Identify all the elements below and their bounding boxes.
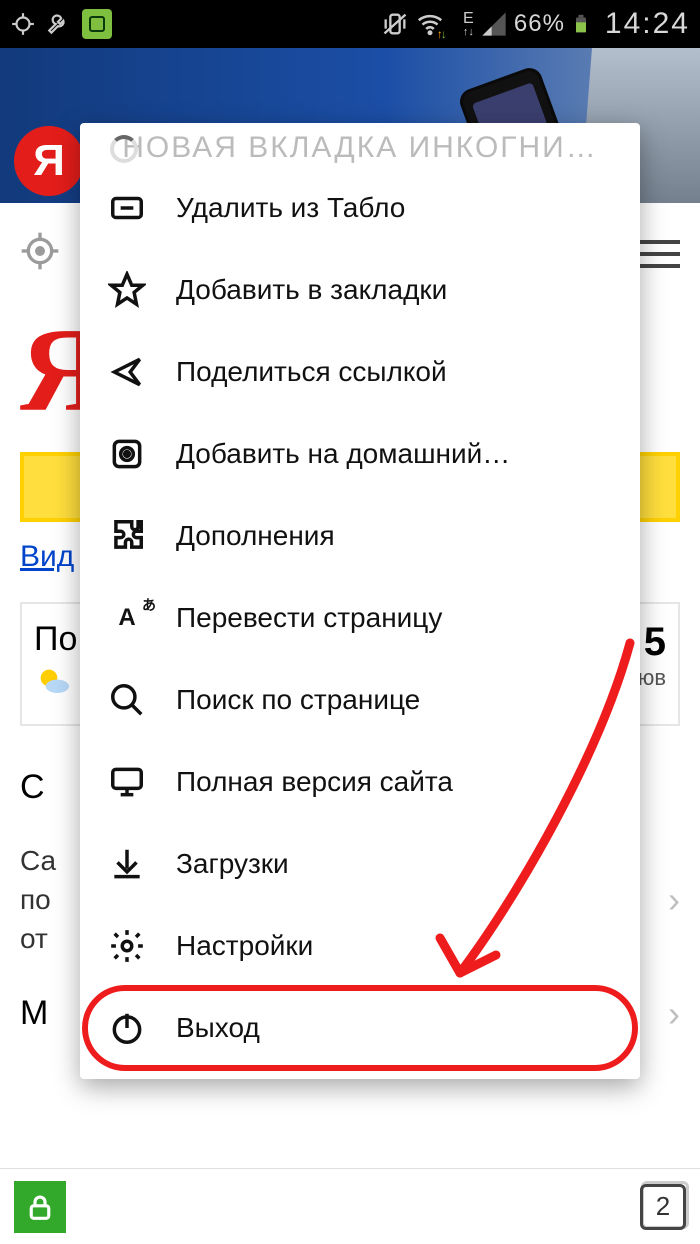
clock: 14:24: [605, 7, 690, 41]
menu-item-label: Добавить на домашний…: [176, 438, 510, 470]
secure-lock-icon[interactable]: [14, 1181, 66, 1233]
weather-title: По: [34, 620, 77, 659]
weather-value: 5 юв: [638, 620, 666, 691]
menu-item-remove-tablo[interactable]: Удалить из Табло: [80, 167, 640, 249]
news-row-text: Са по от: [20, 841, 56, 959]
browser-menu: НОВАЯ ВКЛАДКА ИНКОГНИ… Удалить из Табло …: [80, 123, 640, 1079]
signal-icon: [480, 10, 508, 38]
menu-item-label: Выход: [176, 1012, 260, 1044]
battery-percentage: 66%: [514, 10, 565, 38]
menu-item-label: Поделиться ссылкой: [176, 356, 447, 388]
menu-item-label: Добавить в закладки: [176, 274, 447, 306]
puzzle-icon: [108, 517, 146, 555]
menu-item-label: Дополнения: [176, 520, 335, 552]
loading-spinner-icon: [110, 135, 138, 163]
translate-icon: Aあ: [108, 599, 146, 637]
chevron-right-icon: ›: [668, 993, 680, 1035]
home-add-icon: [108, 435, 146, 473]
menu-item-extensions[interactable]: Дополнения: [80, 495, 640, 577]
status-left: [10, 9, 112, 39]
menu-item-share-link[interactable]: Поделиться ссылкой: [80, 331, 640, 413]
menu-item-translate[interactable]: Aあ Перевести страницу: [80, 577, 640, 659]
search-icon: [108, 681, 146, 719]
menu-item-settings[interactable]: Настройки: [80, 905, 640, 987]
menu-item-label: Настройки: [176, 930, 313, 962]
menu-item-exit[interactable]: Выход: [80, 987, 640, 1069]
monitor-icon: [108, 763, 146, 801]
menu-item-truncated[interactable]: НОВАЯ ВКЛАДКА ИНКОГНИ…: [80, 123, 640, 167]
menu-item-label: Полная версия сайта: [176, 766, 453, 798]
bottom-toolbar: 2: [0, 1168, 700, 1244]
tab-count-button[interactable]: 2: [640, 1184, 686, 1230]
star-icon: [108, 271, 146, 309]
wrench-icon: [46, 11, 72, 37]
menu-item-label: Загрузки: [176, 848, 289, 880]
menu-item-find-in-page[interactable]: Поиск по странице: [80, 659, 640, 741]
menu-item-label: Перевести страницу: [176, 602, 442, 634]
menu-item-downloads[interactable]: Загрузки: [80, 823, 640, 905]
share-icon: [108, 353, 146, 391]
gear-icon: [108, 927, 146, 965]
app-icon: [82, 9, 112, 39]
battery-icon: [571, 8, 591, 40]
remove-square-icon: [108, 189, 146, 227]
power-icon: [108, 1009, 146, 1047]
target-icon: [10, 11, 36, 37]
status-bar: ↑↓ E ↑↓ 66% 14:24: [0, 0, 700, 48]
page-content: Я Вид По 5 юв С Са по от › М › НОВАЯ ВКЛ…: [0, 203, 700, 1244]
download-icon: [108, 845, 146, 883]
status-right: ↑↓ E ↑↓ 66% 14:24: [381, 7, 690, 41]
menu-item-add-home[interactable]: Добавить на домашний…: [80, 413, 640, 495]
network-type: E ↑↓: [463, 11, 474, 38]
menu-item-add-bookmark[interactable]: Добавить в закладки: [80, 249, 640, 331]
vibrate-icon: [381, 10, 409, 38]
wifi-icon: ↑↓: [415, 9, 457, 39]
menu-item-label: Поиск по странице: [176, 684, 420, 716]
locate-icon[interactable]: [20, 231, 60, 276]
menu-item-label: Удалить из Табло: [176, 192, 405, 224]
weather-icon: [34, 663, 74, 703]
hamburger-icon[interactable]: [634, 240, 680, 268]
chevron-right-icon: ›: [668, 879, 680, 921]
menu-item-desktop-site[interactable]: Полная версия сайта: [80, 741, 640, 823]
video-link[interactable]: Вид: [20, 540, 74, 573]
yandex-logo-circle: Я: [14, 126, 84, 196]
